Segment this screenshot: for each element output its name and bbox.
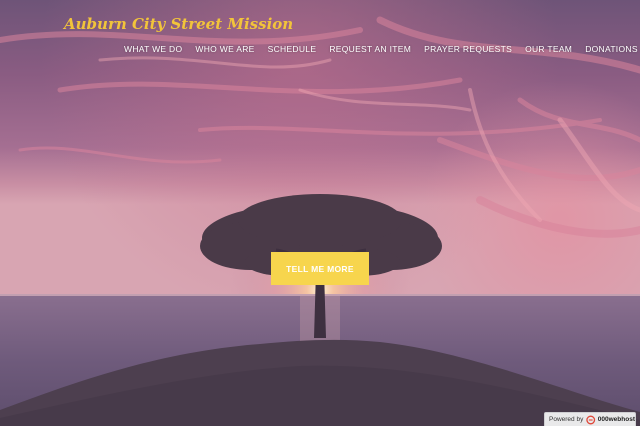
powered-by-label: Powered by: [549, 416, 584, 423]
page: Auburn City Street Mission WHAT WE DO WH…: [0, 0, 640, 426]
top-navbar: Auburn City Street Mission WHAT WE DO WH…: [0, 0, 640, 60]
tell-me-more-button[interactable]: TELL ME MORE: [271, 252, 369, 285]
nav-item-what-we-do[interactable]: WHAT WE DO: [124, 44, 182, 54]
site-brand-logo[interactable]: Auburn City Street Mission: [64, 15, 293, 33]
nav-item-donations[interactable]: DONATIONS: [585, 44, 638, 54]
webhost-logo-icon: [586, 415, 596, 424]
webhost-name: 000webhost: [597, 416, 635, 423]
nav-item-our-team[interactable]: OUR TEAM: [525, 44, 572, 54]
hero-background-image: [0, 0, 640, 426]
powered-by-badge[interactable]: Powered by 000webhost: [544, 412, 636, 426]
nav-item-who-we-are[interactable]: WHO WE ARE: [195, 44, 254, 54]
nav-item-request-an-item[interactable]: REQUEST AN ITEM: [329, 44, 411, 54]
nav-item-schedule[interactable]: SCHEDULE: [268, 44, 317, 54]
nav-item-prayer-requests[interactable]: PRAYER REQUESTS: [424, 44, 512, 54]
nav-menu: WHAT WE DO WHO WE ARE SCHEDULE REQUEST A…: [124, 44, 638, 54]
